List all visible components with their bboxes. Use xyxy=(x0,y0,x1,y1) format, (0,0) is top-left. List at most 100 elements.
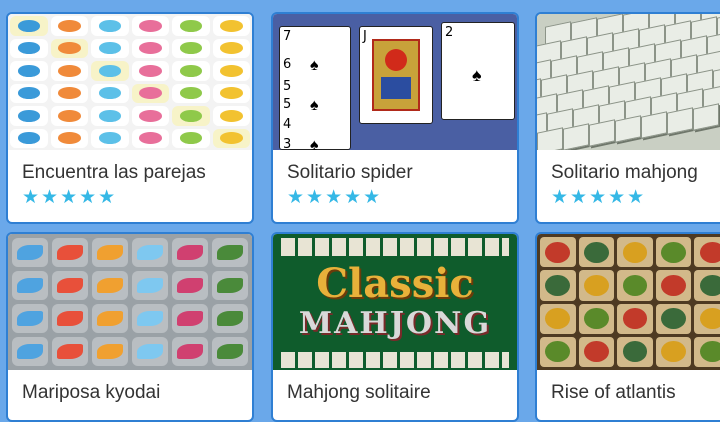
rating-stars: ★★★★★ xyxy=(287,187,383,208)
mahjong-tile xyxy=(589,119,615,147)
atlantis-tile xyxy=(540,237,576,268)
mahjong-tile xyxy=(667,107,693,135)
animal-tile xyxy=(91,128,129,148)
game-card-mahjong-solitaire[interactable]: Classic MAHJONG Mahjong solitaire xyxy=(271,232,519,422)
animal-tile xyxy=(10,61,48,81)
game-card-rise-of-atlantis[interactable]: Rise of atlantis xyxy=(535,232,720,422)
game-title[interactable]: Encuentra las parejas xyxy=(8,150,252,184)
atlantis-tile xyxy=(578,303,615,334)
butterfly-tile xyxy=(92,304,128,333)
rating-stars: ★★★★★ xyxy=(22,187,118,208)
animal-tile xyxy=(91,61,129,81)
animal-tile xyxy=(91,38,129,58)
butterfly-tile xyxy=(172,238,208,267)
animal-tile xyxy=(212,128,250,148)
animal-tile xyxy=(10,83,48,103)
butterfly-tile xyxy=(52,337,88,366)
logo-word-classic: Classic xyxy=(316,260,474,307)
animal-tile xyxy=(172,16,210,36)
animal-tile xyxy=(91,16,129,36)
atlantis-tile xyxy=(617,237,653,268)
game-thumbnail[interactable] xyxy=(537,14,720,150)
atlantis-tile xyxy=(655,336,692,367)
animal-tile xyxy=(10,16,48,36)
jack-face-image xyxy=(372,39,420,111)
atlantis-tile xyxy=(617,303,653,334)
animal-tile xyxy=(172,106,210,126)
atlantis-tile xyxy=(617,270,653,301)
atlantis-tile xyxy=(694,237,720,268)
spade-icon: ♠ xyxy=(310,137,319,150)
card-rank: J xyxy=(363,29,367,44)
game-title[interactable]: Solitario mahjong xyxy=(537,150,720,184)
atlantis-tile xyxy=(578,336,615,367)
butterfly-tile xyxy=(12,238,48,267)
atlantis-tile xyxy=(655,270,692,301)
butterfly-tile xyxy=(172,337,208,366)
mahjong-tile xyxy=(615,115,641,143)
atlantis-tile xyxy=(540,303,576,334)
animal-tile xyxy=(50,128,88,148)
atlantis-tile xyxy=(694,336,720,367)
butterfly-tile xyxy=(12,337,48,366)
animal-tile xyxy=(131,16,169,36)
butterfly-tile xyxy=(212,271,248,300)
card-rank: 7 xyxy=(283,29,292,44)
butterfly-tile xyxy=(132,304,168,333)
animal-tile xyxy=(172,83,210,103)
game-card-solitario-mahjong[interactable]: Solitario mahjong ★★★★★ xyxy=(535,12,720,224)
game-title[interactable]: Rise of atlantis xyxy=(537,370,720,404)
atlantis-tile xyxy=(578,237,615,268)
game-thumbnail[interactable] xyxy=(537,234,720,370)
butterfly-tile xyxy=(172,271,208,300)
game-title[interactable]: Mahjong solitaire xyxy=(273,370,517,404)
game-thumbnail[interactable]: 7 6 5 5 4 3 ♠ ♠ ♠ J 2 ♠ xyxy=(273,14,517,150)
spade-icon: ♠ xyxy=(472,65,482,85)
playing-card: J xyxy=(359,26,433,124)
butterfly-tile xyxy=(132,238,168,267)
animal-tile xyxy=(131,128,169,148)
game-thumbnail[interactable]: Classic MAHJONG xyxy=(273,234,517,370)
card-rank: 5 xyxy=(283,97,292,112)
animal-tile xyxy=(91,83,129,103)
butterfly-tile xyxy=(172,304,208,333)
atlantis-tile xyxy=(655,237,692,268)
animal-tile xyxy=(212,106,250,126)
card-rank: 2 xyxy=(445,25,454,40)
mahjong-tile xyxy=(693,103,719,131)
game-card-encuentra-las-parejas[interactable]: Encuentra las parejas ★★★★★ xyxy=(6,12,254,224)
tile-row-decoration xyxy=(281,238,509,256)
game-thumbnail[interactable] xyxy=(8,14,252,150)
card-rank: 4 xyxy=(283,117,292,132)
playing-card: 7 6 5 5 4 3 ♠ ♠ ♠ xyxy=(279,26,351,150)
animal-tile xyxy=(10,128,48,148)
game-card-mariposa-kyodai[interactable]: Mariposa kyodai xyxy=(6,232,254,422)
animal-tile xyxy=(212,38,250,58)
game-thumbnail[interactable] xyxy=(8,234,252,370)
atlantis-tile xyxy=(694,270,720,301)
game-title[interactable]: Solitario spider xyxy=(273,150,517,184)
animal-tile xyxy=(50,83,88,103)
butterfly-tile xyxy=(212,238,248,267)
atlantis-tile xyxy=(540,270,576,301)
card-rank: 6 xyxy=(283,57,292,72)
butterfly-tile xyxy=(52,304,88,333)
animal-tile xyxy=(172,128,210,148)
animal-tile xyxy=(50,106,88,126)
animal-tile xyxy=(131,38,169,58)
playing-card: 2 ♠ xyxy=(441,22,515,120)
logo-word-mahjong: MAHJONG xyxy=(298,306,492,341)
butterfly-tile xyxy=(92,238,128,267)
butterfly-tile xyxy=(52,271,88,300)
butterfly-tile xyxy=(12,271,48,300)
animal-tile xyxy=(212,61,250,81)
game-card-solitario-spider[interactable]: 7 6 5 5 4 3 ♠ ♠ ♠ J 2 ♠ Solitario spider… xyxy=(271,12,519,224)
game-title[interactable]: Mariposa kyodai xyxy=(8,370,252,404)
animal-tile xyxy=(212,16,250,36)
card-rank: 3 xyxy=(283,137,292,150)
animal-tile xyxy=(10,38,48,58)
spade-icon: ♠ xyxy=(310,97,319,114)
animal-tile xyxy=(131,83,169,103)
butterfly-tile xyxy=(92,337,128,366)
animal-tile xyxy=(91,106,129,126)
